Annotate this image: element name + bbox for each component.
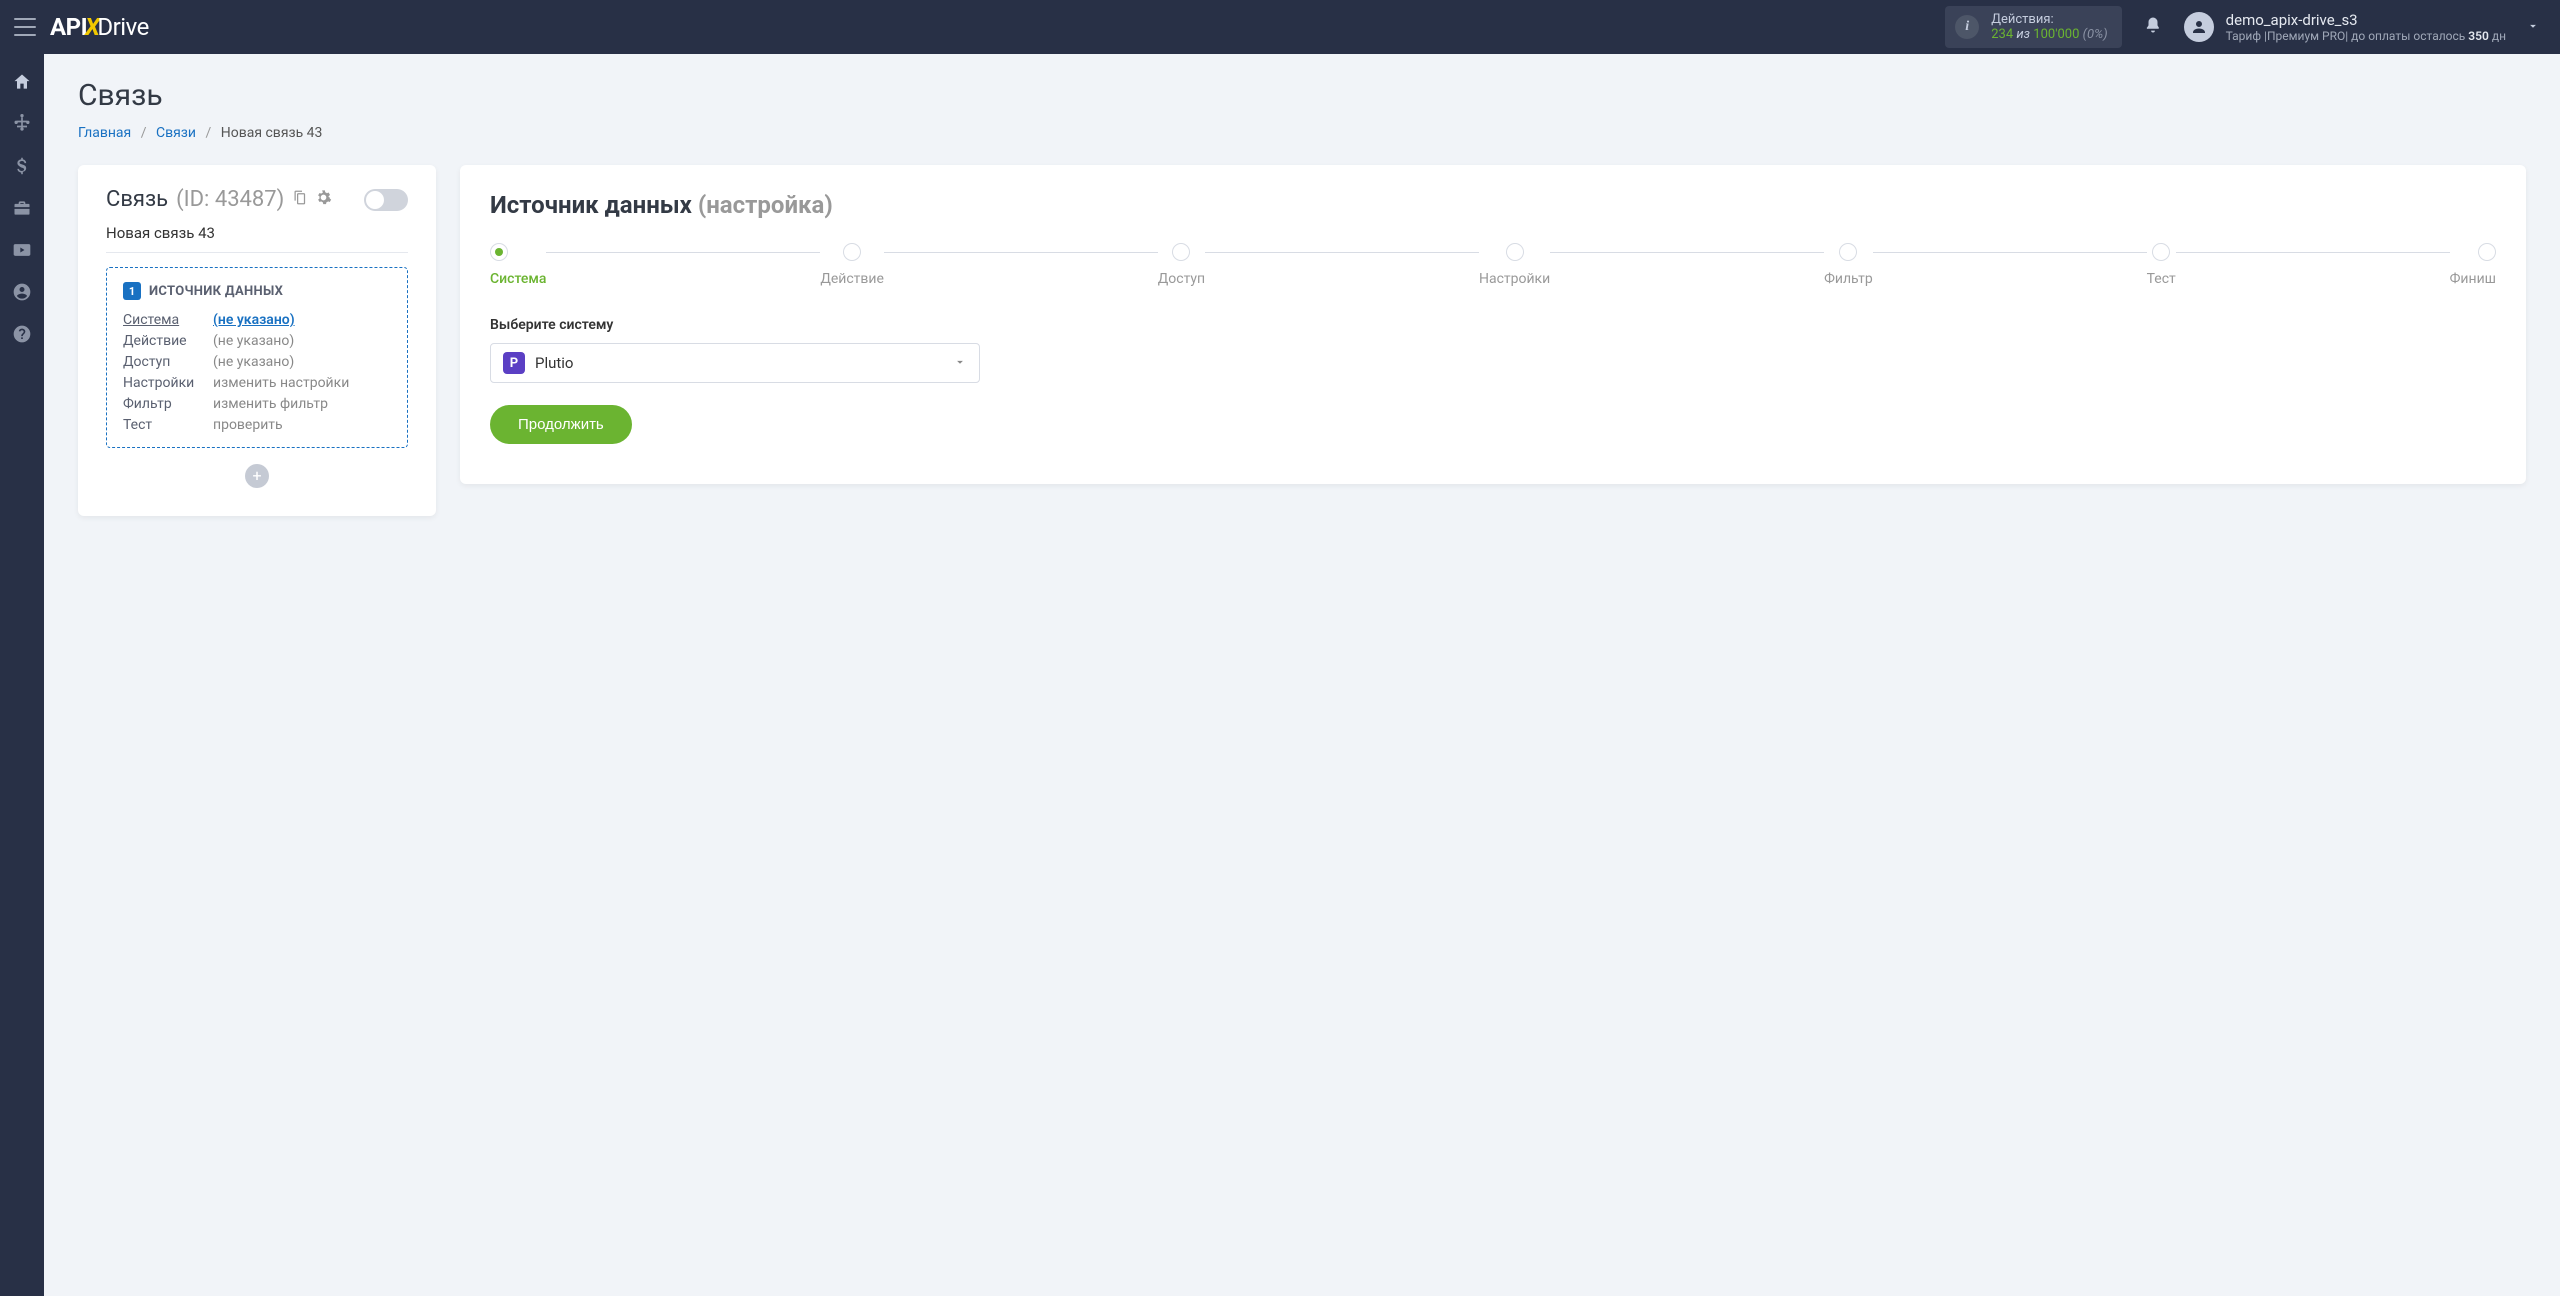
step-label: Действие	[820, 271, 884, 287]
connection-card: Связь (ID: 43487) Новая связь 43	[78, 165, 436, 516]
continue-button[interactable]: Продолжить	[490, 405, 632, 444]
config-title: Источник данных	[490, 191, 692, 219]
source-row-value: проверить	[213, 417, 283, 433]
source-box: 1 ИСТОЧНИК ДАННЫХ Система(не указано)Дей…	[106, 267, 408, 448]
step-label: Тест	[2147, 271, 2176, 287]
config-card: Источник данных (настройка) Система Дейст…	[460, 165, 2526, 484]
source-row-label: Тест	[123, 417, 199, 433]
step-label: Финиш	[2450, 271, 2496, 287]
step-label: Система	[490, 271, 546, 287]
breadcrumb-home[interactable]: Главная	[78, 125, 131, 141]
step-dot	[2478, 243, 2496, 261]
user-name: demo_apix-drive_s3	[2226, 11, 2506, 29]
step-dot	[1172, 243, 1190, 261]
step-dot	[2152, 243, 2170, 261]
copy-icon[interactable]	[292, 187, 307, 212]
actions-label: Действия:	[1991, 12, 2107, 27]
source-row-label: Действие	[123, 333, 199, 349]
enable-toggle[interactable]	[364, 189, 408, 211]
source-row[interactable]: Система (не указано)	[123, 312, 391, 328]
gear-icon[interactable]	[315, 187, 332, 212]
sidebar-briefcase[interactable]	[12, 198, 32, 218]
step-label: Доступ	[1158, 271, 1205, 287]
step-label: Фильтр	[1824, 271, 1873, 287]
source-row[interactable]: Настройки изменить настройки	[123, 375, 391, 391]
menu-toggle[interactable]	[14, 18, 36, 36]
stepper: Система Действие Доступ Настройки Фильтр Тест…	[490, 243, 2496, 287]
breadcrumb-current: Новая связь 43	[221, 125, 323, 141]
step-действие[interactable]: Действие	[820, 243, 884, 287]
chevron-down-icon	[953, 354, 967, 373]
system-icon: P	[503, 352, 525, 374]
notifications-icon[interactable]	[2144, 15, 2162, 39]
connection-id: (ID: 43487)	[176, 187, 284, 212]
source-row-label: Настройки	[123, 375, 199, 391]
sidebar-billing[interactable]	[12, 156, 32, 176]
source-row[interactable]: Фильтр изменить фильтр	[123, 396, 391, 412]
source-row-value: (не указано)	[213, 312, 295, 328]
source-row-label: Система	[123, 312, 199, 328]
logo[interactable]: API X Drive	[50, 13, 149, 41]
step-dot	[1839, 243, 1857, 261]
add-step-button[interactable]: +	[245, 464, 269, 488]
select-label: Выберите систему	[490, 317, 2496, 333]
source-row[interactable]: Тест проверить	[123, 417, 391, 433]
step-тест[interactable]: Тест	[2147, 243, 2176, 287]
sidebar-video[interactable]	[12, 240, 32, 260]
step-dot	[490, 243, 508, 261]
connection-name: Новая связь 43	[106, 224, 408, 242]
source-row-label: Фильтр	[123, 396, 199, 412]
sidebar-connections[interactable]	[12, 114, 32, 134]
breadcrumb: Главная / Связи / Новая связь 43	[78, 125, 2526, 141]
sidebar-home[interactable]	[12, 72, 32, 92]
avatar-icon	[2184, 12, 2214, 42]
actions-counter[interactable]: i Действия: 234 из 100'000 (0%)	[1945, 6, 2121, 48]
system-selected: Plutio	[535, 354, 574, 372]
user-menu[interactable]: demo_apix-drive_s3 Тариф |Премиум PRO| д…	[2184, 11, 2540, 43]
step-dot	[843, 243, 861, 261]
connection-title: Связь	[106, 187, 168, 212]
logo-part1: API	[50, 13, 87, 41]
step-доступ[interactable]: Доступ	[1158, 243, 1205, 287]
chevron-down-icon	[2518, 18, 2540, 37]
source-row-value: (не указано)	[213, 354, 294, 370]
step-badge: 1	[123, 282, 141, 300]
actions-value: 234 из 100'000 (0%)	[1991, 27, 2107, 42]
logo-part3: Drive	[97, 13, 148, 41]
source-row-value: (не указано)	[213, 333, 294, 349]
source-box-title: ИСТОЧНИК ДАННЫХ	[149, 284, 283, 299]
source-row[interactable]: Действие (не указано)	[123, 333, 391, 349]
step-dot	[1506, 243, 1524, 261]
breadcrumb-links[interactable]: Связи	[156, 125, 196, 141]
source-row-label: Доступ	[123, 354, 199, 370]
page-title: Связь	[78, 78, 2526, 113]
user-tariff: Тариф |Премиум PRO| до оплаты осталось 3…	[2226, 29, 2506, 43]
sidebar-help[interactable]	[12, 324, 32, 344]
system-select[interactable]: P Plutio	[490, 343, 980, 383]
main-content: Связь Главная / Связи / Новая связь 43 С…	[44, 54, 2560, 1296]
source-row-value: изменить настройки	[213, 375, 349, 391]
step-финиш[interactable]: Финиш	[2450, 243, 2496, 287]
info-icon: i	[1955, 15, 1979, 39]
sidebar-profile[interactable]	[12, 282, 32, 302]
source-row-value: изменить фильтр	[213, 396, 328, 412]
step-система[interactable]: Система	[490, 243, 546, 287]
source-row[interactable]: Доступ (не указано)	[123, 354, 391, 370]
step-label: Настройки	[1479, 271, 1550, 287]
step-настройки[interactable]: Настройки	[1479, 243, 1550, 287]
step-фильтр[interactable]: Фильтр	[1824, 243, 1873, 287]
sidebar	[0, 54, 44, 1296]
header: API X Drive i Действия: 234 из 100'000 (…	[0, 0, 2560, 54]
config-title-sub: (настройка)	[698, 191, 833, 219]
